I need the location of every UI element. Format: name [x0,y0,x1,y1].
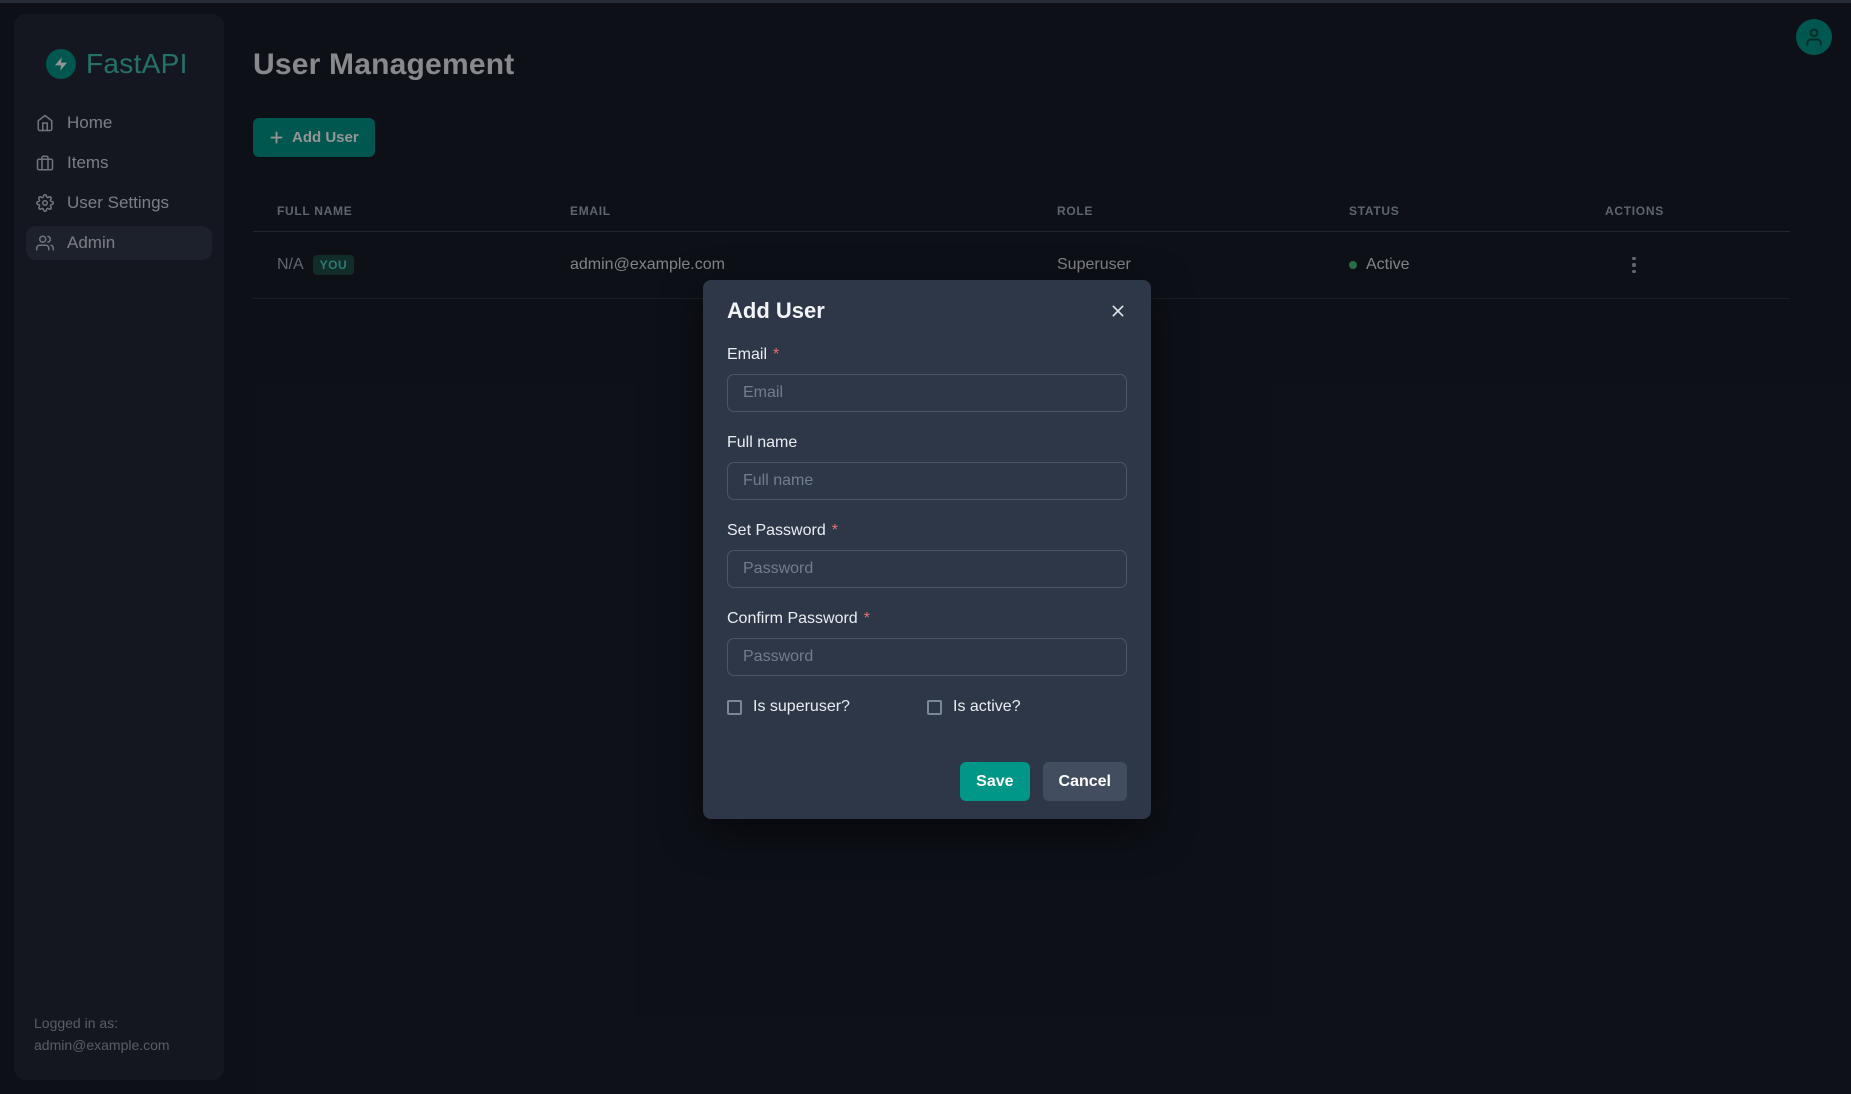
confirm-password-input[interactable] [727,638,1127,676]
add-user-modal: Add User Email * Full name Set Password … [703,280,1151,819]
is-active-checkbox[interactable] [927,700,942,715]
modal-close-button[interactable] [1105,298,1131,324]
email-field-group: Email * [727,346,1127,412]
is-active-option[interactable]: Is active? [927,698,1021,716]
set-password-field-group: Set Password * [727,522,1127,588]
save-button[interactable]: Save [960,762,1029,801]
field-label-text: Email [727,346,767,364]
modal-footer: Save Cancel [727,762,1127,801]
required-asterisk: * [864,610,870,628]
required-asterisk: * [773,346,779,364]
is-superuser-label: Is superuser? [753,698,850,716]
is-superuser-checkbox[interactable] [727,700,742,715]
email-input[interactable] [727,374,1127,412]
confirm-password-label: Confirm Password * [727,610,1127,628]
set-password-label: Set Password * [727,522,1127,540]
close-icon [1110,303,1126,319]
email-label: Email * [727,346,1127,364]
field-label-text: Confirm Password [727,610,858,628]
field-label-text: Set Password [727,522,826,540]
full-name-label: Full name [727,434,1127,452]
full-name-field-group: Full name [727,434,1127,500]
required-asterisk: * [832,522,838,540]
set-password-input[interactable] [727,550,1127,588]
is-active-label: Is active? [953,698,1021,716]
is-superuser-option[interactable]: Is superuser? [727,698,927,716]
modal-checkbox-row: Is superuser? Is active? [727,698,1127,716]
field-label-text: Full name [727,434,797,452]
full-name-input[interactable] [727,462,1127,500]
cancel-button[interactable]: Cancel [1043,762,1127,801]
confirm-password-field-group: Confirm Password * [727,610,1127,676]
modal-title: Add User [727,298,1127,324]
